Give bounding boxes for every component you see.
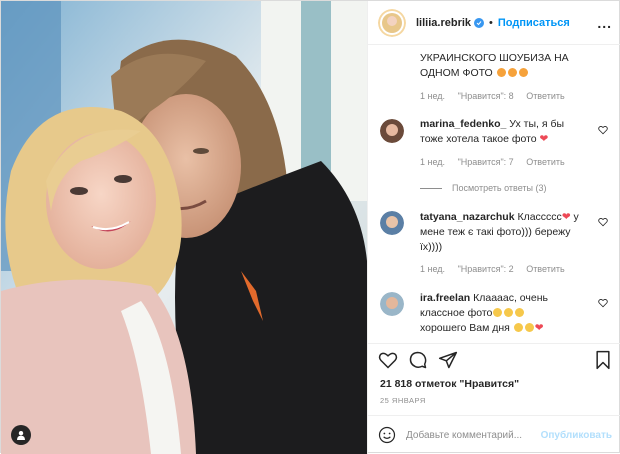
share-icon[interactable] [438, 350, 458, 370]
user-tag-icon[interactable] [11, 425, 31, 445]
follow-button[interactable]: Подписаться [498, 17, 570, 29]
caption-meta: 1 нед. "Нравится": 8 Ответить [420, 91, 565, 101]
comment-username[interactable]: ira.freelan [420, 292, 470, 304]
comment-meta: 1 нед. "Нравится": 7 Ответить [420, 157, 565, 167]
heart-icon[interactable] [378, 350, 398, 370]
view-replies-button[interactable]: Посмотреть ответы (3) [420, 183, 547, 193]
comment-text: tatyana_nazarchuk Классссс❤ у мене теж є… [420, 211, 579, 253]
likes-count[interactable]: 21 818 отметок "Нравится" [380, 378, 519, 390]
comment-avatar[interactable] [380, 292, 404, 316]
header-username[interactable]: liliia.rebrik [416, 17, 471, 29]
caption-reply-button[interactable]: Ответить [526, 91, 564, 101]
avatar[interactable] [378, 8, 406, 37]
comment-like-icon[interactable] [598, 298, 608, 308]
post-date[interactable]: 25 ЯНВАРЯ [380, 396, 426, 405]
post-side-panel: liliia.rebrik • Подписаться ... УКРАИНСК… [367, 1, 620, 454]
instagram-post: liliia.rebrik • Подписаться ... УКРАИНСК… [0, 0, 620, 454]
comment-like-icon[interactable] [598, 125, 608, 135]
post-actions: 21 818 отметок "Нравится" 25 ЯНВАРЯ [368, 343, 620, 423]
comments-list[interactable]: УКРАИНСКОГО ШОУБИЗА НА ОДНОМ ФОТО 1 нед.… [368, 45, 620, 343]
comment-avatar[interactable] [380, 119, 404, 143]
verified-icon [474, 17, 485, 28]
comment-text: ira.freelan Клаааас, очень классное фото… [420, 292, 548, 334]
comment-username[interactable]: tatyana_nazarchuk [420, 211, 515, 223]
caption-text: УКРАИНСКОГО ШОУБИЗА НА ОДНОМ ФОТО [420, 52, 569, 79]
post-photo[interactable] [1, 1, 367, 454]
more-options-button[interactable]: ... [597, 15, 612, 31]
comment-text: marina_fedenko_ Ух ты, я бы тоже хотела … [420, 118, 565, 145]
bookmark-icon[interactable] [594, 350, 612, 370]
publish-button[interactable]: Опубликовать [541, 430, 612, 441]
comment-username[interactable]: marina_fedenko_ [420, 118, 506, 130]
comment-avatar[interactable] [380, 211, 404, 235]
separator-dot: • [489, 16, 493, 29]
add-comment-bar: Добавьте комментарий... Опубликовать [368, 415, 620, 454]
comment-input[interactable]: Добавьте комментарий... [406, 430, 541, 441]
comment-like-icon[interactable] [598, 217, 608, 227]
caption-likes[interactable]: "Нравится": 8 [458, 91, 514, 101]
smiley-icon[interactable] [378, 426, 396, 444]
comment-icon[interactable] [408, 350, 428, 370]
post-header: liliia.rebrik • Подписаться ... [368, 1, 620, 45]
photo-image [1, 1, 367, 454]
comment-meta: 1 нед. "Нравится": 2 Ответить [420, 264, 565, 274]
